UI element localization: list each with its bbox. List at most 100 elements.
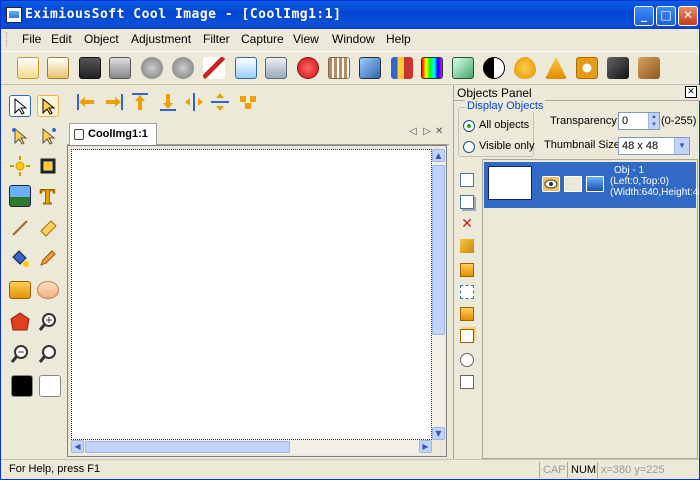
menu-object[interactable]: Object: [84, 32, 119, 46]
open-file-icon[interactable]: [47, 57, 69, 79]
eraser-icon[interactable]: [37, 217, 59, 239]
duplicate-icon[interactable]: [460, 195, 474, 209]
align-left-icon[interactable]: [75, 91, 97, 113]
scroll-up-icon[interactable]: ▲: [432, 149, 445, 162]
vertical-scrollbar[interactable]: ▲ ▼: [432, 149, 445, 440]
minimize-button[interactable]: _: [634, 6, 654, 26]
visible-only-label[interactable]: Visible only: [479, 140, 534, 152]
center-vertical-icon[interactable]: [209, 91, 231, 113]
tab-close-button[interactable]: ✕: [435, 126, 443, 137]
select-frame-icon[interactable]: [37, 95, 59, 117]
app-icon[interactable]: [6, 7, 22, 23]
crop-icon[interactable]: [37, 155, 59, 177]
spin-down-icon[interactable]: ▼: [648, 121, 659, 129]
distribute-icon[interactable]: [237, 91, 259, 113]
align-right-icon[interactable]: [103, 91, 125, 113]
list-item[interactable]: Obj - 1 (Left:0,Top:0) (Width:640,Height…: [484, 162, 699, 208]
chevron-down-icon[interactable]: ▼: [674, 138, 689, 154]
line-icon[interactable]: [9, 217, 31, 239]
scroll-left-icon[interactable]: ◀: [71, 440, 84, 453]
center-horizontal-icon[interactable]: [183, 91, 205, 113]
objects-list[interactable]: Obj - 1 (Left:0,Top:0) (Width:640,Height…: [482, 159, 698, 459]
scroll-down-icon[interactable]: ▼: [432, 427, 445, 440]
tab-next-button[interactable]: ▷: [423, 126, 431, 137]
picture-icon[interactable]: [9, 185, 31, 207]
vertical-scroll-thumb[interactable]: [432, 165, 445, 335]
transparency-input[interactable]: 0 ▲ ▼: [618, 112, 660, 130]
send-back-icon[interactable]: [460, 285, 474, 299]
drop-icon[interactable]: [514, 57, 536, 79]
grid-icon[interactable]: [328, 57, 350, 79]
redo-icon[interactable]: [172, 57, 194, 79]
foreground-color-icon[interactable]: [11, 375, 33, 397]
horizontal-scroll-thumb[interactable]: [85, 441, 290, 453]
tab-prev-button[interactable]: ◁: [409, 126, 417, 137]
scissors-icon[interactable]: [460, 239, 474, 253]
menu-filter[interactable]: Filter: [203, 32, 230, 46]
zoom-icon[interactable]: [37, 343, 59, 365]
menu-adjustment[interactable]: Adjustment: [131, 32, 191, 46]
delete-object-icon[interactable]: ✕: [460, 217, 474, 231]
undo-icon[interactable]: [141, 57, 163, 79]
puzzle-icon[interactable]: [638, 57, 660, 79]
menu-capture[interactable]: Capture: [241, 32, 284, 46]
menu-file[interactable]: File: [22, 32, 41, 46]
all-objects-radio[interactable]: [463, 120, 475, 132]
ellipse-icon[interactable]: [37, 281, 59, 299]
thumbnail-size-select[interactable]: 48 x 48 ▼: [618, 137, 690, 155]
menu-window[interactable]: Window: [332, 32, 375, 46]
image-icon[interactable]: [359, 57, 381, 79]
lock-icon[interactable]: [564, 176, 582, 192]
zoom-in-icon[interactable]: [37, 311, 59, 333]
image-canvas[interactable]: [71, 149, 432, 440]
document-tab[interactable]: CoolImg1:1: [69, 123, 157, 145]
move-up-icon[interactable]: [460, 307, 474, 321]
menu-help[interactable]: Help: [386, 32, 411, 46]
magic-select-icon[interactable]: [37, 125, 59, 147]
sun-icon[interactable]: [9, 155, 31, 177]
visible-only-radio[interactable]: [463, 141, 475, 153]
transform-icon[interactable]: [452, 57, 474, 79]
fill-icon[interactable]: [9, 247, 31, 269]
maximize-button[interactable]: □: [656, 6, 676, 26]
menu-edit[interactable]: Edit: [51, 32, 72, 46]
ring-icon[interactable]: [576, 57, 598, 79]
all-objects-label[interactable]: All objects: [479, 119, 529, 131]
align-top-icon[interactable]: [129, 91, 151, 113]
move-down-icon[interactable]: [460, 329, 474, 343]
scroll-right-icon[interactable]: ▶: [419, 440, 432, 453]
text-icon[interactable]: T: [37, 185, 59, 210]
new-file-icon[interactable]: [17, 57, 39, 79]
delete-icon[interactable]: [297, 57, 319, 79]
align-bottom-icon[interactable]: [157, 91, 179, 113]
menu-view[interactable]: View: [293, 32, 319, 46]
rotate-icon[interactable]: [460, 353, 474, 367]
contrast-icon[interactable]: [483, 57, 505, 79]
polygon-icon[interactable]: [9, 311, 31, 333]
cut-icon[interactable]: [203, 57, 225, 79]
print-icon[interactable]: [109, 57, 131, 79]
rectangle-icon[interactable]: [9, 281, 31, 299]
zoom-out-icon[interactable]: [9, 343, 31, 365]
warning-icon[interactable]: [545, 57, 567, 79]
title-bar[interactable]: EximiousSoft Cool Image - [CoolImg1:1] _…: [1, 1, 699, 29]
close-button[interactable]: ✕: [678, 6, 698, 26]
eye-icon[interactable]: [542, 176, 560, 192]
select-arrow-icon[interactable]: [9, 95, 31, 117]
properties-icon[interactable]: [460, 375, 474, 389]
color-palette-icon[interactable]: [421, 57, 443, 79]
copy-icon[interactable]: [235, 57, 257, 79]
cube-icon[interactable]: [607, 57, 629, 79]
save-icon[interactable]: [79, 57, 101, 79]
paste-icon[interactable]: [265, 57, 287, 79]
chart-icon[interactable]: [391, 57, 413, 79]
panel-close-icon[interactable]: ✕: [685, 86, 697, 98]
background-color-icon[interactable]: [39, 375, 61, 397]
spin-up-icon[interactable]: ▲: [648, 113, 659, 121]
bring-front-icon[interactable]: [460, 263, 474, 277]
new-object-icon[interactable]: [460, 173, 474, 187]
object-size: (Width:640,Height:4: [610, 187, 699, 198]
pencil-icon[interactable]: [37, 247, 59, 269]
horizontal-scrollbar[interactable]: ◀ ▶: [71, 440, 432, 454]
lasso-icon[interactable]: [9, 125, 31, 147]
